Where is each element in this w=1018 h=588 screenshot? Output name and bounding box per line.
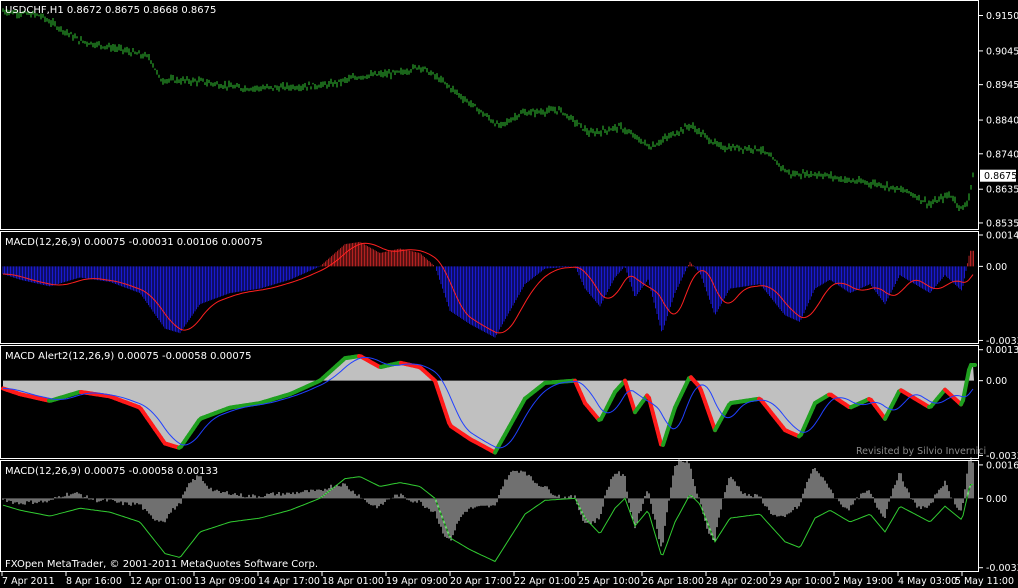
y-tick-label: 0.00 [986, 262, 1007, 273]
copyright-text: FXOpen MetaTrader, © 2001-2011 MetaQuote… [5, 559, 318, 570]
y-tick-label: 0.8945 [986, 80, 1018, 91]
x-tick-label: 29 Apr 10:00 [770, 576, 832, 587]
x-axis-labels: 7 Apr 2011 8 Apr 16:00 12 Apr 01:00 13 Apr … [1, 572, 1014, 587]
macd1-panel-title: MACD(12,26,9) 0.00075 -0.00031 0.00106 0… [5, 237, 263, 248]
x-tick-label: 18 Apr 01:00 [322, 576, 384, 587]
x-tick-label: 13 Apr 09:00 [194, 576, 256, 587]
x-tick-label: 5 May 11:00 [955, 576, 1014, 587]
last-price-label: 0.8675 [984, 171, 1017, 182]
x-tick-label: 4 May 03:00 [898, 576, 957, 587]
price-bars [2, 8, 974, 211]
x-tick-label: 20 Apr 17:00 [450, 576, 512, 587]
x-tick-label: 14 Apr 17:00 [258, 576, 320, 587]
y-tick-label: 0.8535 [986, 218, 1018, 229]
y-tick-label: 0.9045 [986, 46, 1018, 57]
y-axis-labels: 0.9150 0.9045 0.8945 0.8840 0.8740 0.8635 0.85… [979, 11, 1018, 574]
y-tick-label: 0.8635 [986, 185, 1018, 196]
price-panel-frame [0, 0, 979, 230]
y-tick-label: 0.8740 [986, 149, 1018, 160]
macd3-panel-title: MACD(12,26,9) 0.00075 -0.00058 0.00133 [5, 466, 218, 477]
y-tick-label: 0.00 [986, 494, 1007, 505]
x-tick-label: 26 Apr 18:00 [642, 576, 704, 587]
y-tick-label: -0.00334 [986, 563, 1018, 574]
macd2-plot [1, 354, 977, 455]
y-tick-label: 0.00138 [986, 345, 1018, 356]
macd1-plot [2, 241, 974, 338]
chart-canvas: 0.9150 0.9045 0.8945 0.8840 0.8740 0.8635 0.85… [0, 0, 1018, 587]
x-tick-label: 22 Apr 01:00 [514, 576, 576, 587]
y-tick-label: 0.00161 [986, 460, 1018, 471]
price-panel-title: USDCHF,H1 0.8672 0.8675 0.8668 0.8675 [5, 5, 216, 16]
x-tick-label: 19 Apr 09:00 [386, 576, 448, 587]
y-tick-label: 0.8840 [986, 116, 1018, 127]
x-tick-label: 7 Apr 2011 [2, 576, 55, 587]
x-tick-label: 8 Apr 16:00 [66, 576, 122, 587]
y-tick-label: 0.00 [986, 376, 1007, 387]
watermark-text: Revisited by Silvio Invernici [856, 446, 986, 457]
x-tick-label: 28 Apr 02:00 [706, 576, 768, 587]
x-tick-label: 25 Apr 10:00 [578, 576, 640, 587]
y-tick-label: 0.00141 [986, 231, 1018, 242]
macd2-panel-title: MACD Alert2(12,26,9) 0.00075 -0.00058 0.… [5, 351, 252, 362]
x-tick-label: 12 Apr 01:00 [130, 576, 192, 587]
y-tick-label: 0.9150 [986, 11, 1018, 22]
macd3-panel-frame [0, 460, 979, 572]
x-tick-label: 2 May 19:00 [834, 576, 893, 587]
